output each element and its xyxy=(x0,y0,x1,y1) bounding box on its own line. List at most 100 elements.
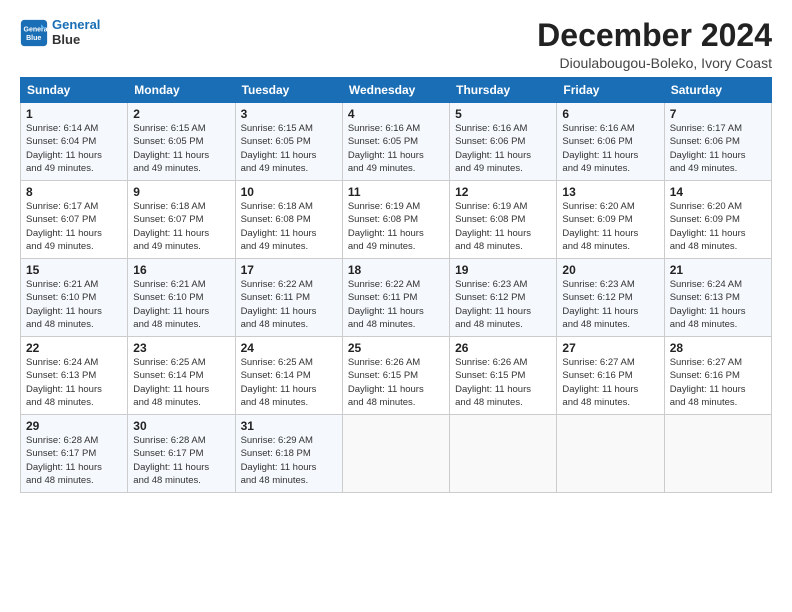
calendar-cell: 31Sunrise: 6:29 AMSunset: 6:18 PMDayligh… xyxy=(235,415,342,493)
day-info: Sunrise: 6:21 AMSunset: 6:10 PMDaylight:… xyxy=(133,278,229,331)
day-info: Sunrise: 6:27 AMSunset: 6:16 PMDaylight:… xyxy=(670,356,766,409)
day-info: Sunrise: 6:25 AMSunset: 6:14 PMDaylight:… xyxy=(133,356,229,409)
calendar-cell: 6Sunrise: 6:16 AMSunset: 6:06 PMDaylight… xyxy=(557,103,664,181)
logo: General Blue General Blue xyxy=(20,18,100,48)
month-title: December 2024 xyxy=(537,18,772,53)
day-info: Sunrise: 6:22 AMSunset: 6:11 PMDaylight:… xyxy=(241,278,337,331)
day-info: Sunrise: 6:17 AMSunset: 6:07 PMDaylight:… xyxy=(26,200,122,253)
calendar-cell: 20Sunrise: 6:23 AMSunset: 6:12 PMDayligh… xyxy=(557,259,664,337)
day-number: 20 xyxy=(562,263,658,277)
day-info: Sunrise: 6:14 AMSunset: 6:04 PMDaylight:… xyxy=(26,122,122,175)
day-number: 29 xyxy=(26,419,122,433)
calendar-week-3: 15 Sunrise: 6:21 AMSunset: 6:10 PMDayligh… xyxy=(21,259,772,337)
calendar-cell xyxy=(664,415,771,493)
day-number: 23 xyxy=(133,341,229,355)
calendar-cell: 18Sunrise: 6:22 AMSunset: 6:11 PMDayligh… xyxy=(342,259,449,337)
day-info: Sunrise: 6:17 AMSunset: 6:06 PMDaylight:… xyxy=(670,122,766,175)
calendar-cell: 22Sunrise: 6:24 AMSunset: 6:13 PMDayligh… xyxy=(21,337,128,415)
day-info: Sunrise: 6:15 AMSunset: 6:05 PMDaylight:… xyxy=(133,122,229,175)
calendar-cell: 5Sunrise: 6:16 AMSunset: 6:06 PMDaylight… xyxy=(450,103,557,181)
col-thursday: Thursday xyxy=(450,78,557,103)
day-info: Sunrise: 6:20 AMSunset: 6:09 PMDaylight:… xyxy=(562,200,658,253)
logo-general: General xyxy=(52,17,100,32)
col-saturday: Saturday xyxy=(664,78,771,103)
day-number: 19 xyxy=(455,263,551,277)
day-info: Sunrise: 6:16 AMSunset: 6:06 PMDaylight:… xyxy=(455,122,551,175)
calendar-week-1: 1Sunrise: 6:14 AMSunset: 6:04 PMDaylight… xyxy=(21,103,772,181)
day-info: Sunrise: 6:22 AMSunset: 6:11 PMDaylight:… xyxy=(348,278,444,331)
day-info: Sunrise: 6:26 AMSunset: 6:15 PMDaylight:… xyxy=(455,356,551,409)
calendar-cell: 21Sunrise: 6:24 AMSunset: 6:13 PMDayligh… xyxy=(664,259,771,337)
day-number: 5 xyxy=(455,107,551,121)
day-info: Sunrise: 6:23 AMSunset: 6:12 PMDaylight:… xyxy=(455,278,551,331)
calendar-cell: 27Sunrise: 6:27 AMSunset: 6:16 PMDayligh… xyxy=(557,337,664,415)
calendar-cell: 7Sunrise: 6:17 AMSunset: 6:06 PMDaylight… xyxy=(664,103,771,181)
calendar-cell: 29Sunrise: 6:28 AMSunset: 6:17 PMDayligh… xyxy=(21,415,128,493)
page: General Blue General Blue December 2024 … xyxy=(0,0,792,505)
svg-text:Blue: Blue xyxy=(26,35,41,42)
day-number: 8 xyxy=(26,185,122,199)
day-info: Sunrise: 6:23 AMSunset: 6:12 PMDaylight:… xyxy=(562,278,658,331)
col-monday: Monday xyxy=(128,78,235,103)
calendar-header-row: Sunday Monday Tuesday Wednesday Thursday… xyxy=(21,78,772,103)
title-block: December 2024 Dioulabougou-Boleko, Ivory… xyxy=(537,18,772,71)
day-info: Sunrise: 6:15 AMSunset: 6:05 PMDaylight:… xyxy=(241,122,337,175)
day-info: Sunrise: 6:19 AMSunset: 6:08 PMDaylight:… xyxy=(348,200,444,253)
calendar-cell: 9Sunrise: 6:18 AMSunset: 6:07 PMDaylight… xyxy=(128,181,235,259)
col-sunday: Sunday xyxy=(21,78,128,103)
calendar-cell xyxy=(557,415,664,493)
day-info: Sunrise: 6:19 AMSunset: 6:08 PMDaylight:… xyxy=(455,200,551,253)
calendar-week-2: 8Sunrise: 6:17 AMSunset: 6:07 PMDaylight… xyxy=(21,181,772,259)
day-number: 31 xyxy=(241,419,337,433)
day-number: 24 xyxy=(241,341,337,355)
day-number: 7 xyxy=(670,107,766,121)
day-info: Sunrise: 6:18 AMSunset: 6:07 PMDaylight:… xyxy=(133,200,229,253)
day-number: 17 xyxy=(241,263,337,277)
svg-text:General: General xyxy=(24,26,49,33)
col-tuesday: Tuesday xyxy=(235,78,342,103)
day-info: Sunrise: 6:29 AMSunset: 6:18 PMDaylight:… xyxy=(241,434,337,487)
day-number: 9 xyxy=(133,185,229,199)
day-number: 22 xyxy=(26,341,122,355)
calendar-cell xyxy=(450,415,557,493)
calendar-cell: 13Sunrise: 6:20 AMSunset: 6:09 PMDayligh… xyxy=(557,181,664,259)
calendar-cell: 15Sunrise: 6:21 AMSunset: 6:10 PMDayligh… xyxy=(21,259,128,337)
day-number: 30 xyxy=(133,419,229,433)
logo-text: General Blue xyxy=(52,18,100,48)
calendar-cell: 19Sunrise: 6:23 AMSunset: 6:12 PMDayligh… xyxy=(450,259,557,337)
day-info: Sunrise: 6:28 AMSunset: 6:17 PMDaylight:… xyxy=(26,434,122,487)
day-number: 26 xyxy=(455,341,551,355)
day-number: 15 xyxy=(26,263,122,277)
calendar-cell: 1Sunrise: 6:14 AMSunset: 6:04 PMDaylight… xyxy=(21,103,128,181)
calendar-cell: 25Sunrise: 6:26 AMSunset: 6:15 PMDayligh… xyxy=(342,337,449,415)
day-info: Sunrise: 6:27 AMSunset: 6:16 PMDaylight:… xyxy=(562,356,658,409)
day-number: 14 xyxy=(670,185,766,199)
day-number: 16 xyxy=(133,263,229,277)
day-info: Sunrise: 6:20 AMSunset: 6:09 PMDaylight:… xyxy=(670,200,766,253)
calendar-cell: 8Sunrise: 6:17 AMSunset: 6:07 PMDaylight… xyxy=(21,181,128,259)
calendar-cell: 11Sunrise: 6:19 AMSunset: 6:08 PMDayligh… xyxy=(342,181,449,259)
day-number: 28 xyxy=(670,341,766,355)
day-number: 18 xyxy=(348,263,444,277)
calendar-cell: 2Sunrise: 6:15 AMSunset: 6:05 PMDaylight… xyxy=(128,103,235,181)
day-number: 2 xyxy=(133,107,229,121)
logo-blue: Blue xyxy=(52,33,100,48)
day-info: Sunrise: 6:28 AMSunset: 6:17 PMDaylight:… xyxy=(133,434,229,487)
day-number: 6 xyxy=(562,107,658,121)
calendar: Sunday Monday Tuesday Wednesday Thursday… xyxy=(20,77,772,493)
calendar-week-5: 29Sunrise: 6:28 AMSunset: 6:17 PMDayligh… xyxy=(21,415,772,493)
calendar-week-4: 22Sunrise: 6:24 AMSunset: 6:13 PMDayligh… xyxy=(21,337,772,415)
calendar-cell: 10Sunrise: 6:18 AMSunset: 6:08 PMDayligh… xyxy=(235,181,342,259)
calendar-cell: 23Sunrise: 6:25 AMSunset: 6:14 PMDayligh… xyxy=(128,337,235,415)
day-info: Sunrise: 6:16 AMSunset: 6:06 PMDaylight:… xyxy=(562,122,658,175)
day-info: Sunrise: 6:18 AMSunset: 6:08 PMDaylight:… xyxy=(241,200,337,253)
calendar-cell xyxy=(342,415,449,493)
day-info: Sunrise: 6:26 AMSunset: 6:15 PMDaylight:… xyxy=(348,356,444,409)
day-info: Sunrise: 6:16 AMSunset: 6:05 PMDaylight:… xyxy=(348,122,444,175)
calendar-cell: 3Sunrise: 6:15 AMSunset: 6:05 PMDaylight… xyxy=(235,103,342,181)
day-number: 25 xyxy=(348,341,444,355)
day-number: 27 xyxy=(562,341,658,355)
day-info: Sunrise: 6:24 AMSunset: 6:13 PMDaylight:… xyxy=(26,356,122,409)
calendar-cell: 24Sunrise: 6:25 AMSunset: 6:14 PMDayligh… xyxy=(235,337,342,415)
day-number: 1 xyxy=(26,107,122,121)
